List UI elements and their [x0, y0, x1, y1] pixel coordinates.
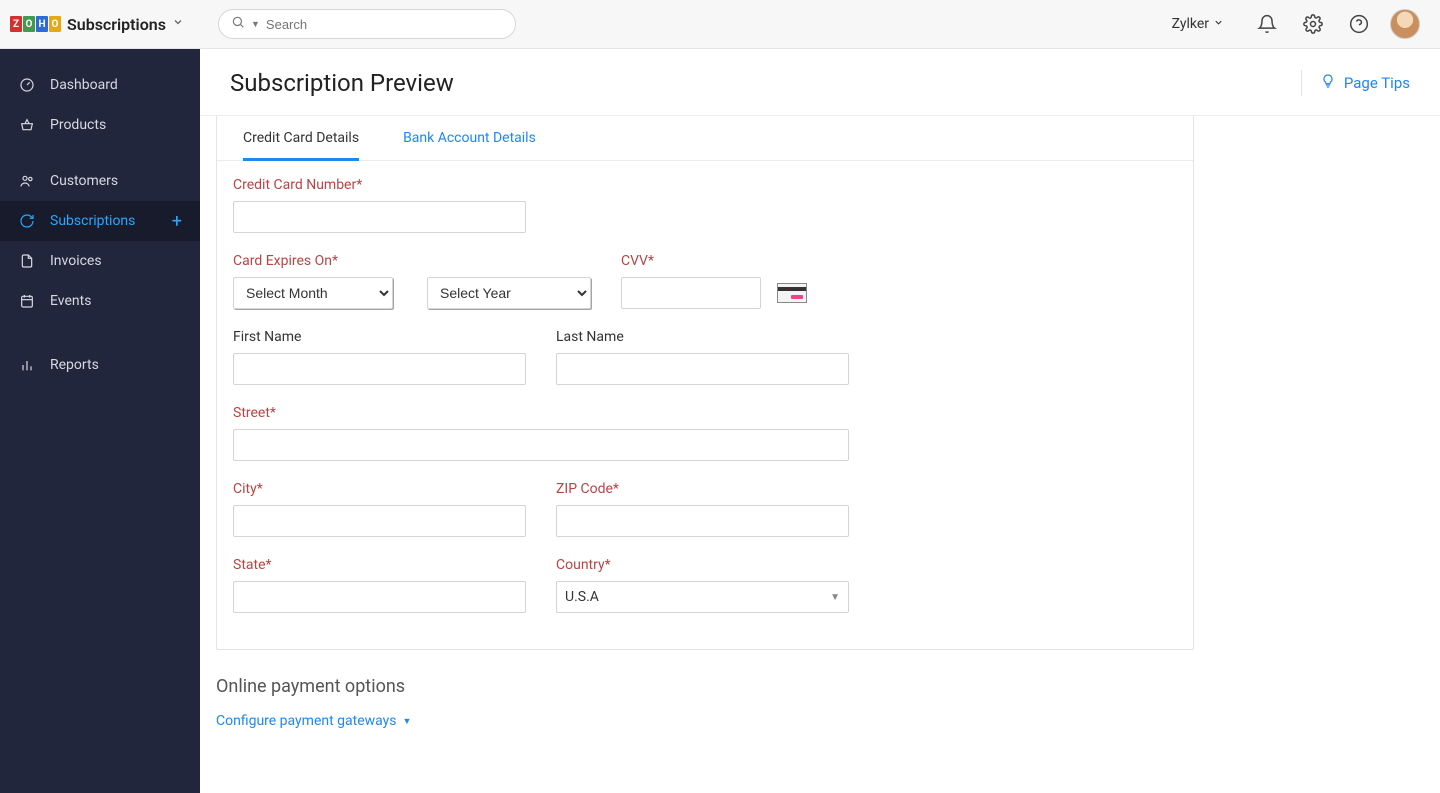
sidebar-item-label: Dashboard	[50, 77, 182, 93]
search-bar[interactable]: ▼	[218, 9, 516, 39]
street-label: Street*	[233, 405, 849, 421]
expiry-year-select[interactable]: Select Year	[427, 277, 591, 309]
state-input[interactable]	[233, 581, 526, 613]
page-title: Subscription Preview	[230, 69, 454, 97]
zoho-logo: Z O H O	[10, 16, 61, 32]
cvv-label: CVV*	[621, 253, 761, 269]
online-payment-title: Online payment options	[216, 676, 1424, 697]
sidebar-item-subscriptions[interactable]: Subscriptions +	[0, 201, 200, 241]
gear-icon[interactable]	[1302, 13, 1324, 35]
cvv-input[interactable]	[621, 277, 761, 309]
country-value: U.S.A	[565, 589, 599, 605]
topbar: Z O H O Subscriptions ▼ Zylker	[0, 0, 1440, 49]
sidebar-item-label: Products	[50, 117, 182, 133]
chevron-down-icon	[172, 16, 184, 32]
card-back-icon	[777, 283, 807, 303]
tabs: Credit Card Details Bank Account Details	[217, 116, 1193, 161]
file-icon	[18, 252, 36, 270]
basket-icon	[18, 116, 36, 134]
street-input[interactable]	[233, 429, 849, 461]
brand-name: Subscriptions	[67, 15, 166, 34]
first-name-label: First Name	[233, 329, 526, 345]
caret-down-icon: ▼	[403, 716, 412, 727]
page-tips-button[interactable]: Page Tips	[1301, 70, 1410, 96]
sidebar-item-label: Events	[50, 293, 182, 309]
main-area: Subscription Preview Page Tips Credit Ca…	[200, 49, 1440, 793]
expires-label: Card Expires On*	[233, 253, 591, 269]
org-selector[interactable]: Zylker	[1172, 16, 1224, 32]
org-name: Zylker	[1172, 16, 1209, 32]
sidebar: Dashboard Products Customers Subscriptio…	[0, 49, 200, 793]
page-header: Subscription Preview Page Tips	[200, 49, 1440, 116]
first-name-input[interactable]	[233, 353, 526, 385]
last-name-input[interactable]	[556, 353, 849, 385]
country-select[interactable]: U.S.A ▼	[556, 581, 849, 613]
sidebar-item-invoices[interactable]: Invoices	[0, 241, 200, 281]
sidebar-item-label: Customers	[50, 173, 182, 189]
search-input[interactable]	[266, 17, 503, 32]
sidebar-item-label: Subscriptions	[50, 213, 158, 229]
sidebar-item-dashboard[interactable]: Dashboard	[0, 65, 200, 105]
users-icon	[18, 172, 36, 190]
calendar-icon	[18, 292, 36, 310]
city-label: City*	[233, 481, 526, 497]
sidebar-item-label: Reports	[50, 357, 182, 373]
sidebar-item-products[interactable]: Products	[0, 105, 200, 145]
caret-down-icon: ▼	[830, 592, 840, 603]
gauge-icon	[18, 76, 36, 94]
tab-bank-account[interactable]: Bank Account Details	[403, 130, 536, 160]
caret-down-icon: ▼	[251, 19, 260, 30]
zip-label: ZIP Code*	[556, 481, 849, 497]
plus-icon[interactable]: +	[172, 211, 182, 232]
sidebar-item-customers[interactable]: Customers	[0, 161, 200, 201]
state-label: State*	[233, 557, 526, 573]
city-input[interactable]	[233, 505, 526, 537]
avatar[interactable]	[1390, 9, 1420, 39]
bar-chart-icon	[18, 356, 36, 374]
brand[interactable]: Z O H O Subscriptions	[0, 15, 200, 34]
sidebar-item-reports[interactable]: Reports	[0, 345, 200, 385]
chevron-down-icon	[1213, 16, 1224, 32]
help-icon[interactable]	[1348, 13, 1370, 35]
refresh-icon	[18, 212, 36, 230]
country-label: Country*	[556, 557, 849, 573]
sidebar-item-events[interactable]: Events	[0, 281, 200, 321]
expiry-month-select[interactable]: Select Month	[233, 277, 393, 309]
lightbulb-icon	[1320, 73, 1336, 93]
last-name-label: Last Name	[556, 329, 849, 345]
configure-gateways-link[interactable]: Configure payment gateways ▼	[216, 713, 411, 729]
sidebar-item-label: Invoices	[50, 253, 182, 269]
cc-number-label: Credit Card Number*	[233, 177, 526, 193]
tab-credit-card[interactable]: Credit Card Details	[243, 130, 359, 161]
zip-input[interactable]	[556, 505, 849, 537]
bell-icon[interactable]	[1256, 13, 1278, 35]
cc-number-input[interactable]	[233, 201, 526, 233]
configure-gateways-label: Configure payment gateways	[216, 713, 397, 729]
payment-card: Credit Card Details Bank Account Details…	[216, 116, 1194, 650]
page-tips-label: Page Tips	[1344, 74, 1410, 92]
search-icon	[231, 15, 245, 33]
